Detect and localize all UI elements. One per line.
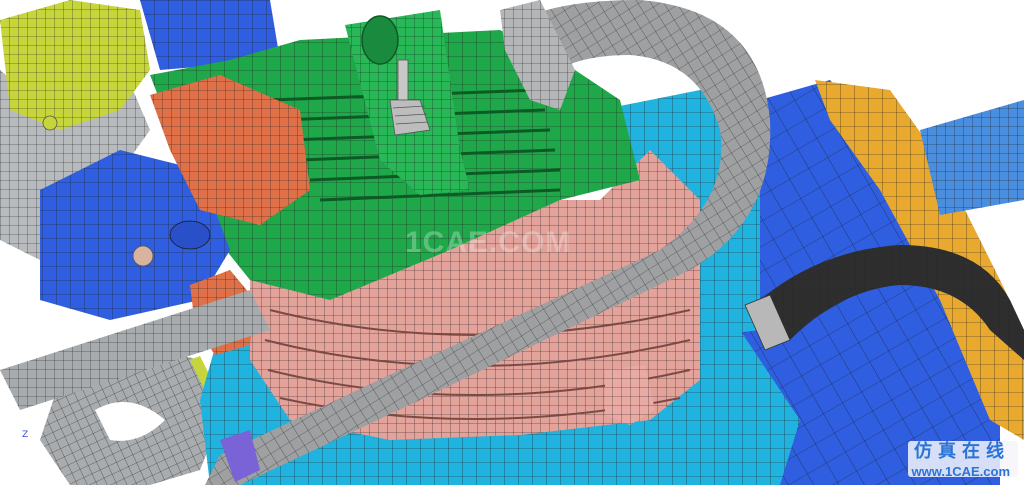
bolt-upper-left[interactable] xyxy=(42,115,58,131)
watermark-url: www.1CAE.com xyxy=(911,464,1010,479)
mesh-scene[interactable] xyxy=(0,0,1024,485)
mesh-viewport[interactable]: Z 1CAE.COM 仿真在线 www.1CAE.com xyxy=(0,0,1024,485)
watermark-chinese: 仿真在线 xyxy=(914,441,1010,462)
bolt-lower-left[interactable] xyxy=(132,245,154,267)
axis-triad-z-label: Z xyxy=(22,430,29,440)
